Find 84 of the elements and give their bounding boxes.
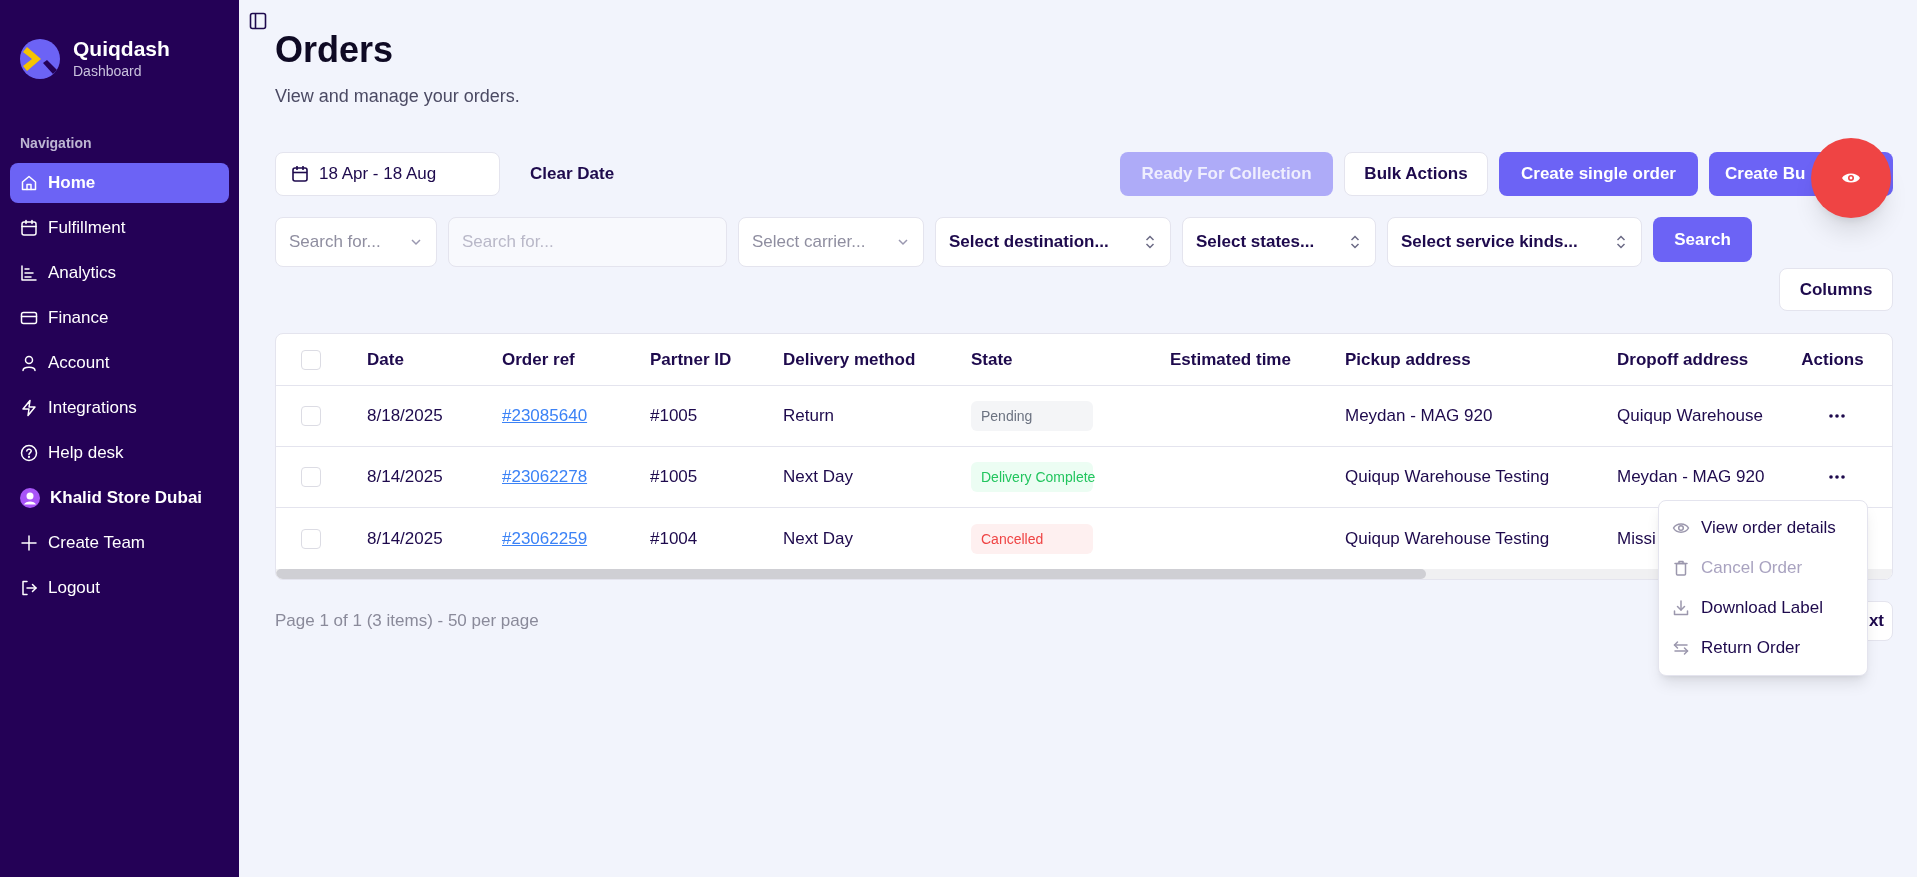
nav-item[interactable]: Khalid Store Dubai <box>10 478 229 518</box>
table-cell: Meydan - MAG 920 <box>1345 406 1493 426</box>
logo-icon <box>19 38 61 80</box>
date-range-button[interactable]: 18 Apr - 18 Aug <box>275 152 500 196</box>
pagination-summary: Page 1 of 1 (3 items) - 50 per page <box>275 610 539 633</box>
filter-select[interactable]: Select states... <box>1182 217 1376 267</box>
column-header: Delivery method <box>783 349 916 369</box>
nav-item[interactable]: Analytics <box>10 253 229 293</box>
table-cell: Missi <box>1617 528 1656 548</box>
table-cell: Meydan - MAG 920 <box>1617 467 1765 487</box>
column-header: Date <box>367 349 404 369</box>
nav-item[interactable]: Fulfillment <box>10 208 229 248</box>
sidebar-toggle-icon[interactable] <box>249 12 267 30</box>
table-cell: Next Day <box>783 467 853 487</box>
nav-item[interactable]: Help desk <box>10 433 229 473</box>
nav-item[interactable]: Create Team <box>10 523 229 563</box>
table-cell: 8/14/2025 <box>367 467 443 487</box>
column-header: Actions <box>1801 349 1864 369</box>
toolbar-button[interactable]: Create single order <box>1499 152 1698 196</box>
filter-select[interactable]: Select service kinds... <box>1387 217 1642 267</box>
calendar-icon <box>20 219 38 237</box>
home-icon <box>20 174 38 192</box>
more-icon[interactable] <box>1828 475 1845 479</box>
column-header: Estimated time <box>1170 349 1291 369</box>
chevron-up-down-icon <box>1143 234 1157 250</box>
brand-name: Quiqdash <box>73 37 170 61</box>
floating-action-overlay[interactable] <box>1811 138 1891 218</box>
brand-subtitle: Dashboard <box>73 62 143 81</box>
status-badge: Cancelled <box>971 523 1093 554</box>
table-cell: Quiqup Warehouse Testing <box>1345 528 1550 548</box>
status-badge: Pending <box>971 401 1093 431</box>
nav-item[interactable]: Logout <box>10 568 229 608</box>
user-icon <box>20 354 38 372</box>
column-header: Dropoff address <box>1617 349 1749 369</box>
table-cell: 8/14/2025 <box>367 528 443 548</box>
table-cell: Next Day <box>783 528 853 548</box>
table-cell: Quiqup Warehouse Testing <box>1345 467 1550 487</box>
status-badge: Delivery Complete <box>971 462 1093 492</box>
trash-icon <box>1672 559 1690 577</box>
clear-date-button[interactable]: Clear Date <box>520 156 625 192</box>
avatar-icon <box>20 488 40 508</box>
column-header: Order ref <box>502 349 575 369</box>
bar-chart-icon <box>20 264 38 282</box>
nav-item[interactable]: Account <box>10 343 229 383</box>
order-link[interactable]: #23062259 <box>502 528 588 548</box>
calendar-icon <box>291 165 309 183</box>
logout-icon <box>20 579 38 597</box>
column-header: Partner ID <box>650 349 732 369</box>
order-link[interactable]: #23062278 <box>502 467 588 487</box>
search-field[interactable]: Search for... <box>448 217 727 267</box>
more-icon[interactable] <box>1828 414 1845 418</box>
table-cell: Quiqup Warehouse <box>1617 406 1763 426</box>
credit-card-icon <box>20 309 38 327</box>
chevron-up-down-icon <box>1348 234 1362 250</box>
menu-item[interactable]: View order details <box>1659 508 1867 548</box>
eye-icon <box>1841 171 1861 185</box>
chevron-up-down-icon <box>1614 234 1628 250</box>
toolbar-button[interactable]: Bulk Actions <box>1344 152 1488 196</box>
table-cell: #1004 <box>650 528 698 548</box>
page-title: Orders <box>275 28 395 72</box>
filter-select[interactable]: Select destination... <box>935 217 1171 267</box>
table-cell: #1005 <box>650 467 698 487</box>
nav-item[interactable]: Integrations <box>10 388 229 428</box>
row-checkbox[interactable] <box>301 406 321 426</box>
plus-icon <box>20 534 38 552</box>
download-icon <box>1672 599 1690 617</box>
row-checkbox[interactable] <box>301 467 321 487</box>
table-cell: 8/18/2025 <box>367 406 443 426</box>
help-icon <box>20 444 38 462</box>
swap-arrows-icon <box>1672 639 1690 657</box>
page-subtitle: View and manage your orders. <box>275 85 521 108</box>
row-checkbox[interactable] <box>301 528 321 549</box>
column-header: State <box>971 349 1013 369</box>
row-checkbox[interactable] <box>301 349 321 370</box>
search-button[interactable]: Search <box>1653 217 1752 262</box>
columns-button[interactable]: Columns <box>1779 268 1893 311</box>
lightning-icon <box>20 399 38 417</box>
table-cell: #1005 <box>650 406 698 426</box>
table-cell: Return <box>783 406 835 426</box>
section-label: Navigation <box>19 134 93 153</box>
column-header: Pickup address <box>1345 349 1471 369</box>
order-link[interactable]: #23085640 <box>502 406 588 426</box>
nav-item[interactable]: Finance <box>10 298 229 338</box>
nav-item[interactable]: Home <box>10 163 229 203</box>
